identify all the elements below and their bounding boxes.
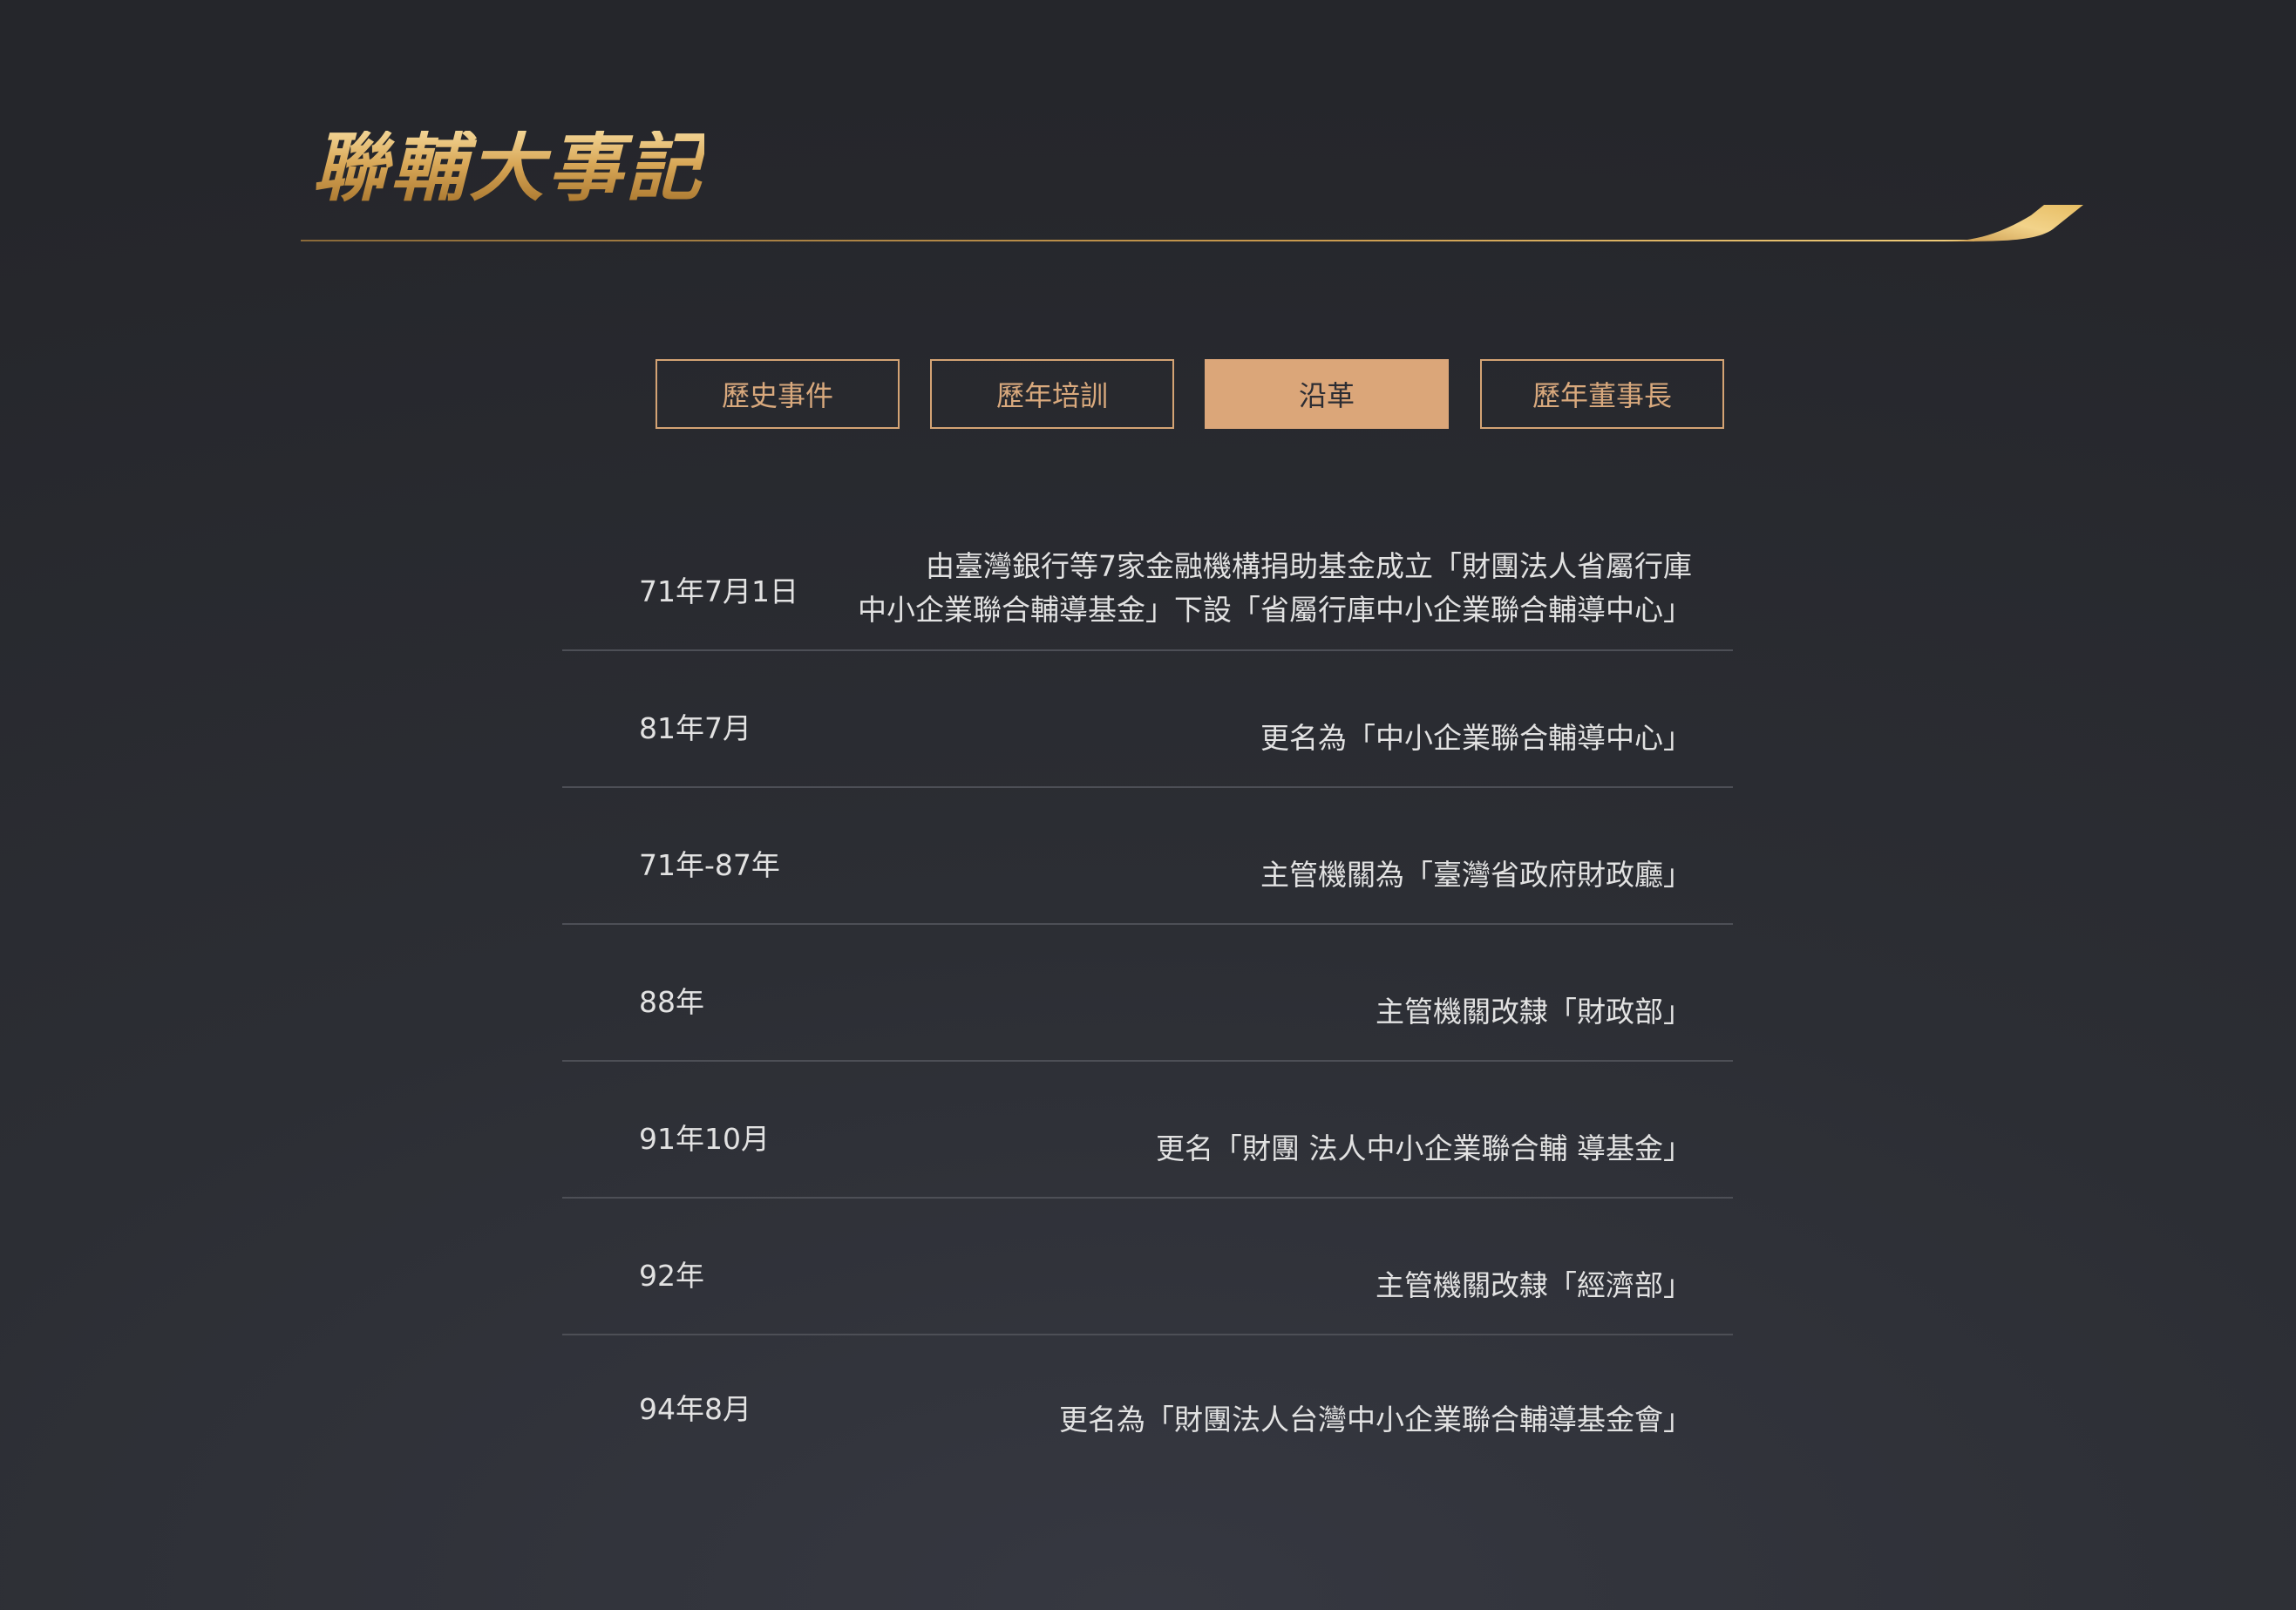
page-header: 聯輔大事記	[0, 0, 2296, 262]
tab-annual-training[interactable]: 歷年培訓	[930, 359, 1174, 429]
timeline-description: 主管機關改隸「經濟部」	[1376, 1268, 1692, 1302]
timeline-date: 92年	[639, 1259, 704, 1293]
title-divider	[301, 205, 2083, 241]
timeline-row: 88年 主管機關改隸「財政部」	[562, 925, 1733, 1062]
timeline-description: 主管機關改隸「財政部」	[1376, 995, 1692, 1029]
tab-evolution[interactable]: 沿革	[1205, 359, 1449, 429]
timeline-date: 88年	[639, 985, 704, 1019]
tab-chairmen[interactable]: 歷年董事長	[1480, 359, 1724, 429]
timeline-row: 71年7月1日 由臺灣銀行等7家金融機構捐助基金成立「財團法人省屬行庫 中小企業…	[562, 514, 1733, 651]
timeline-description: 更名為「中小企業聯合輔導中心」	[1260, 721, 1692, 755]
timeline-row: 94年8月 更名為「財團法人台灣中小企業聯合輔導基金會」	[562, 1335, 1733, 1472]
timeline-date: 81年7月	[639, 711, 751, 745]
timeline-list: 71年7月1日 由臺灣銀行等7家金融機構捐助基金成立「財團法人省屬行庫 中小企業…	[562, 514, 1733, 1472]
timeline-description: 由臺灣銀行等7家金融機構捐助基金成立「財團法人省屬行庫 中小企業聯合輔導基金」下…	[858, 545, 1692, 632]
timeline-date: 94年8月	[639, 1392, 751, 1426]
timeline-row: 81年7月 更名為「中小企業聯合輔導中心」	[562, 651, 1733, 788]
timeline-date: 71年7月1日	[639, 574, 798, 608]
timeline-date: 91年10月	[639, 1122, 770, 1156]
timeline-row: 71年-87年 主管機關為「臺灣省政府財政廳」	[562, 788, 1733, 925]
page-title: 聯輔大事記	[312, 125, 704, 212]
timeline-description: 主管機關為「臺灣省政府財政廳」	[1260, 858, 1692, 892]
timeline-description: 更名「財團 法人中小企業聯合輔 導基金」	[1156, 1131, 1692, 1165]
timeline-date: 71年-87年	[639, 848, 780, 882]
timeline-description: 更名為「財團法人台灣中小企業聯合輔導基金會」	[1059, 1403, 1692, 1437]
timeline-row: 92年 主管機關改隸「經濟部」	[562, 1199, 1733, 1335]
timeline-row: 91年10月 更名「財團 法人中小企業聯合輔 導基金」	[562, 1062, 1733, 1199]
timeline-description-line: 中小企業聯合輔導基金」下設「省屬行庫中小企業聯合輔導中心」	[858, 593, 1692, 627]
tab-history-events[interactable]: 歷史事件	[656, 359, 900, 429]
timeline-description-line: 由臺灣銀行等7家金融機構捐助基金成立「財團法人省屬行庫	[926, 549, 1692, 583]
